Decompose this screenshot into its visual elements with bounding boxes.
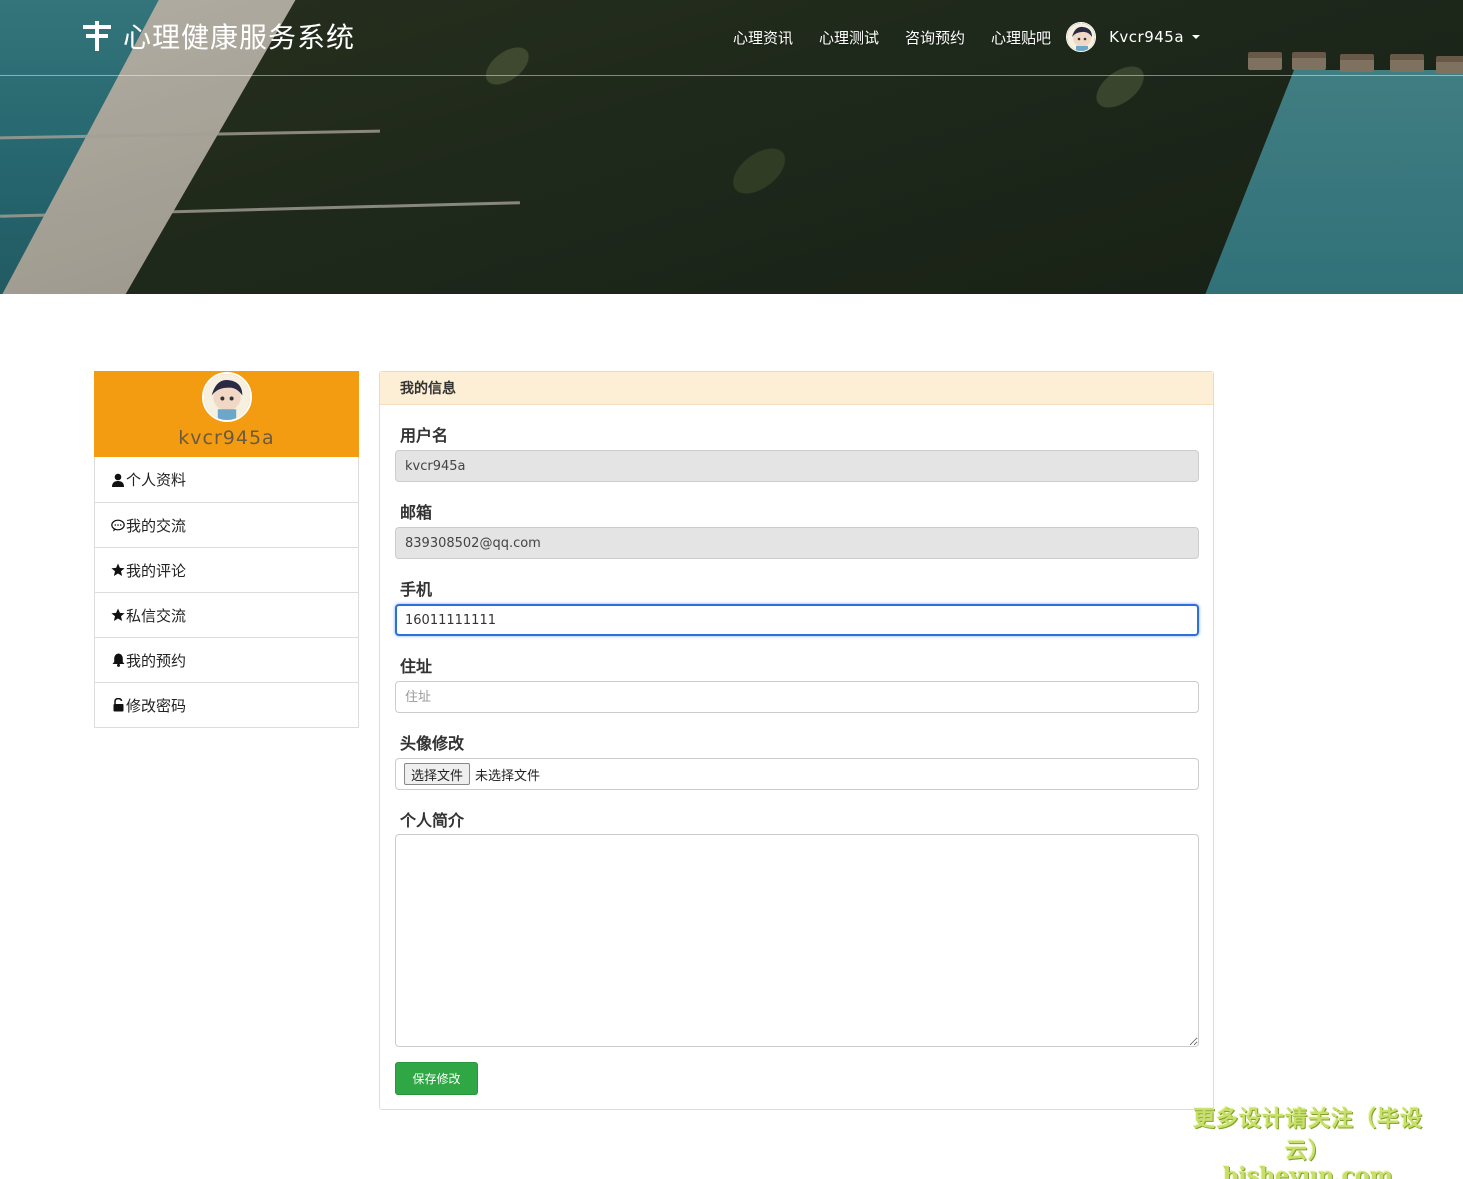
sidebar-item-comments[interactable]: 我的评论 — [95, 547, 358, 592]
nav-item-news[interactable]: 心理资讯 — [720, 23, 806, 52]
avatar — [202, 372, 252, 422]
nav-user-name: Kvcr945a — [1109, 28, 1185, 46]
user-dropdown[interactable]: Kvcr945a — [1066, 22, 1201, 52]
sidebar-item-profile[interactable]: 个人资料 — [95, 457, 358, 502]
comment-icon — [111, 518, 125, 532]
username-label: 用户名 — [400, 426, 449, 445]
sidebar-item-appointments[interactable]: 我的预约 — [95, 637, 358, 682]
avatar-file-input: 选择文件 未选择文件 — [395, 758, 1199, 790]
avatar — [1066, 22, 1097, 52]
brand-link[interactable]: 心理健康服务系统 — [83, 16, 355, 56]
bio-label: 个人简介 — [400, 811, 465, 830]
panel-title: 我的信息 — [380, 372, 1213, 405]
top-navbar: 心理健康服务系统 心理资讯 心理测试 咨询预约 心理贴吧 Kvcr945a — [0, 0, 1463, 76]
sidebar-item-label: 我的预约 — [126, 651, 187, 670]
address-field[interactable] — [395, 681, 1199, 713]
nav-item-test[interactable]: 心理测试 — [806, 23, 892, 52]
sidebar-item-exchange[interactable]: 我的交流 — [95, 502, 358, 547]
watermark-line1: 更多设计请关注（毕设云） — [1192, 1107, 1423, 1164]
brand-title: 心理健康服务系统 — [123, 21, 356, 54]
profile-name: kvcr945a — [178, 427, 275, 449]
watermark: 更多设计请关注（毕设云） bisheyun.com — [1178, 1101, 1438, 1179]
address-label: 住址 — [400, 657, 433, 676]
sidebar-item-messages[interactable]: 私信交流 — [95, 592, 358, 637]
my-info-panel: 我的信息 用户名 邮箱 手机 住址 头像修改 选择文件 未选择文件 个人简介 保… — [379, 371, 1214, 1110]
star-icon — [111, 563, 125, 577]
avatar-upload-label: 头像修改 — [400, 734, 465, 753]
nav-item-appointment[interactable]: 咨询预约 — [892, 23, 978, 52]
sidebar-item-label: 私信交流 — [126, 606, 187, 625]
caret-down-icon — [1192, 35, 1201, 39]
sidebar-item-password[interactable]: 修改密码 — [95, 682, 358, 727]
sidebar: kvcr945a 个人资料 我的交流 我的评论 私信交流 我的预约 修改密码 — [94, 371, 359, 728]
user-icon — [111, 473, 125, 487]
watermark-line2: bisheyun.com — [1223, 1163, 1393, 1179]
sidebar-item-label: 我的交流 — [126, 516, 187, 535]
sidebar-item-label: 我的评论 — [126, 561, 187, 580]
star-icon — [111, 608, 125, 622]
phone-label: 手机 — [400, 580, 433, 599]
phone-field[interactable] — [395, 604, 1199, 636]
save-button[interactable]: 保存修改 — [395, 1062, 478, 1095]
bell-icon — [111, 653, 125, 667]
sidebar-item-label: 修改密码 — [126, 696, 187, 715]
nav-item-forum[interactable]: 心理贴吧 — [978, 23, 1064, 52]
sidebar-item-label: 个人资料 — [126, 471, 187, 489]
email-field[interactable] — [395, 527, 1199, 559]
email-label: 邮箱 — [400, 503, 433, 522]
logo-icon — [83, 21, 111, 51]
username-field[interactable] — [395, 450, 1199, 482]
nav-menu: 心理资讯 心理测试 咨询预约 心理贴吧 Kvcr945a — [720, 22, 1201, 52]
unlock-icon — [111, 698, 125, 712]
choose-file-button[interactable]: 选择文件 — [404, 763, 471, 785]
bio-textarea[interactable] — [395, 834, 1199, 1047]
profile-card: kvcr945a — [94, 371, 359, 457]
hero-banner: 心理健康服务系统 心理资讯 心理测试 咨询预约 心理贴吧 Kvcr945a — [0, 0, 1463, 294]
file-status: 未选择文件 — [475, 768, 541, 784]
sidebar-menu: 个人资料 我的交流 我的评论 私信交流 我的预约 修改密码 — [94, 457, 359, 728]
